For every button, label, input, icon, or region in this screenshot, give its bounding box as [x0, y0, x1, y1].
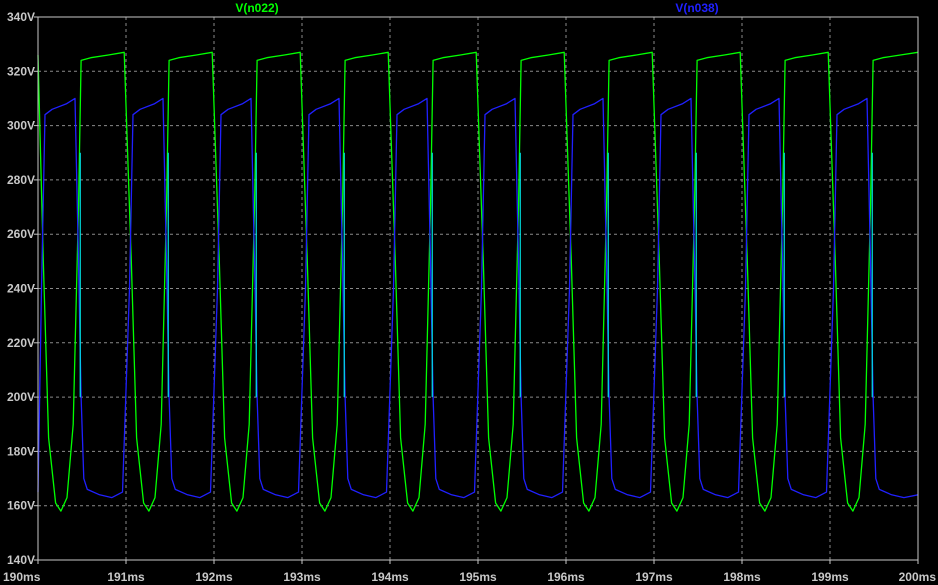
x-tick-label: 190ms: [3, 570, 41, 584]
x-tick-label: 200ms: [899, 570, 937, 584]
waveform-plot: 190ms 191ms 192ms 193ms 194ms 195ms 196ms 197ms…: [0, 0, 938, 585]
x-tick-label: 191ms: [107, 570, 145, 584]
legend-label-vn022[interactable]: V(n022): [235, 1, 278, 15]
y-tick-label: 220V: [7, 336, 35, 350]
x-tick-label: 192ms: [195, 570, 233, 584]
legend-label-vn038[interactable]: V(n038): [675, 1, 718, 15]
y-tick-label: 180V: [7, 444, 35, 458]
y-tick-label: 260V: [7, 227, 35, 241]
y-tick-label: 140V: [7, 553, 35, 567]
x-tick-label: 196ms: [547, 570, 585, 584]
x-tick-label: 199ms: [811, 570, 849, 584]
y-tick-label: 200V: [7, 390, 35, 404]
plot-background: [0, 0, 938, 585]
y-tick-label: 240V: [7, 282, 35, 296]
y-tick-label: 160V: [7, 499, 35, 513]
x-tick-label: 198ms: [723, 570, 761, 584]
x-tick-label: 197ms: [635, 570, 673, 584]
x-tick-label: 193ms: [283, 570, 321, 584]
y-tick-label: 280V: [7, 173, 35, 187]
x-tick-label: 195ms: [459, 570, 497, 584]
y-tick-label: 320V: [7, 64, 35, 78]
y-tick-label: 300V: [7, 119, 35, 133]
x-tick-label: 194ms: [371, 570, 409, 584]
y-tick-label: 340V: [7, 10, 35, 24]
